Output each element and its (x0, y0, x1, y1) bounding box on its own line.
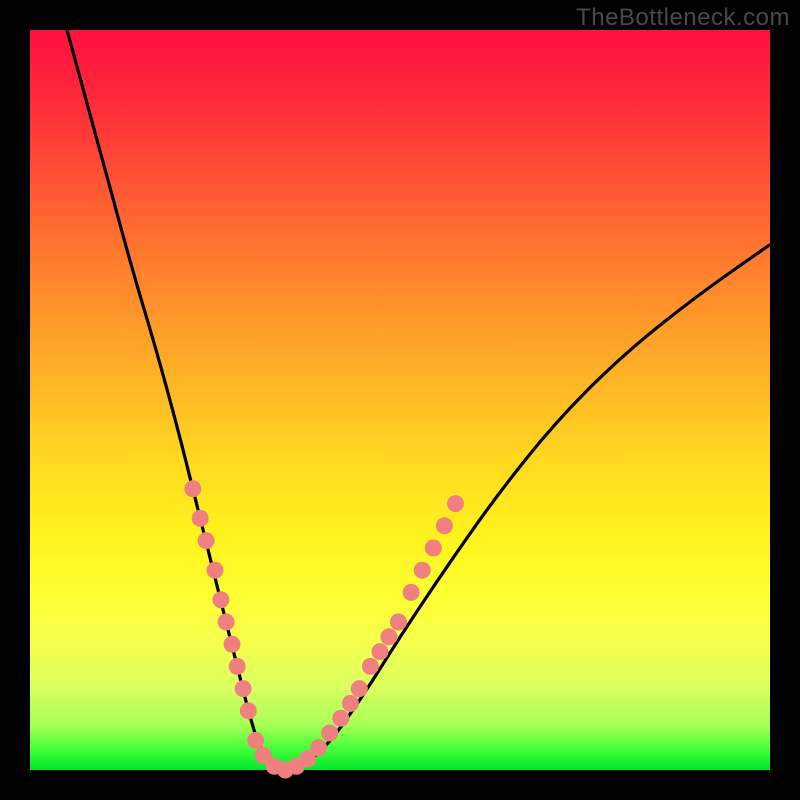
data-marker (414, 562, 431, 579)
data-marker (192, 510, 209, 527)
data-marker (321, 725, 338, 742)
data-marker (207, 562, 224, 579)
marker-group (184, 480, 464, 778)
data-marker (229, 658, 246, 675)
data-marker (425, 540, 442, 557)
data-marker (212, 591, 229, 608)
outer-frame: TheBottleneck.com (0, 0, 800, 800)
data-marker (240, 702, 257, 719)
data-marker (380, 628, 397, 645)
data-marker (198, 532, 215, 549)
data-marker (184, 480, 201, 497)
data-marker (332, 710, 349, 727)
data-marker (436, 517, 453, 534)
data-marker (351, 680, 368, 697)
bottleneck-curve (67, 30, 770, 770)
data-marker (247, 732, 264, 749)
chart-svg (30, 30, 770, 770)
data-marker (310, 739, 327, 756)
data-marker (372, 643, 389, 660)
data-marker (224, 636, 241, 653)
chart-plot-area (30, 30, 770, 770)
data-marker (342, 695, 359, 712)
data-marker (390, 614, 407, 631)
data-marker (403, 584, 420, 601)
data-marker (218, 614, 235, 631)
data-marker (447, 495, 464, 512)
data-marker (362, 658, 379, 675)
data-marker (235, 680, 252, 697)
watermark-text: TheBottleneck.com (576, 4, 790, 32)
